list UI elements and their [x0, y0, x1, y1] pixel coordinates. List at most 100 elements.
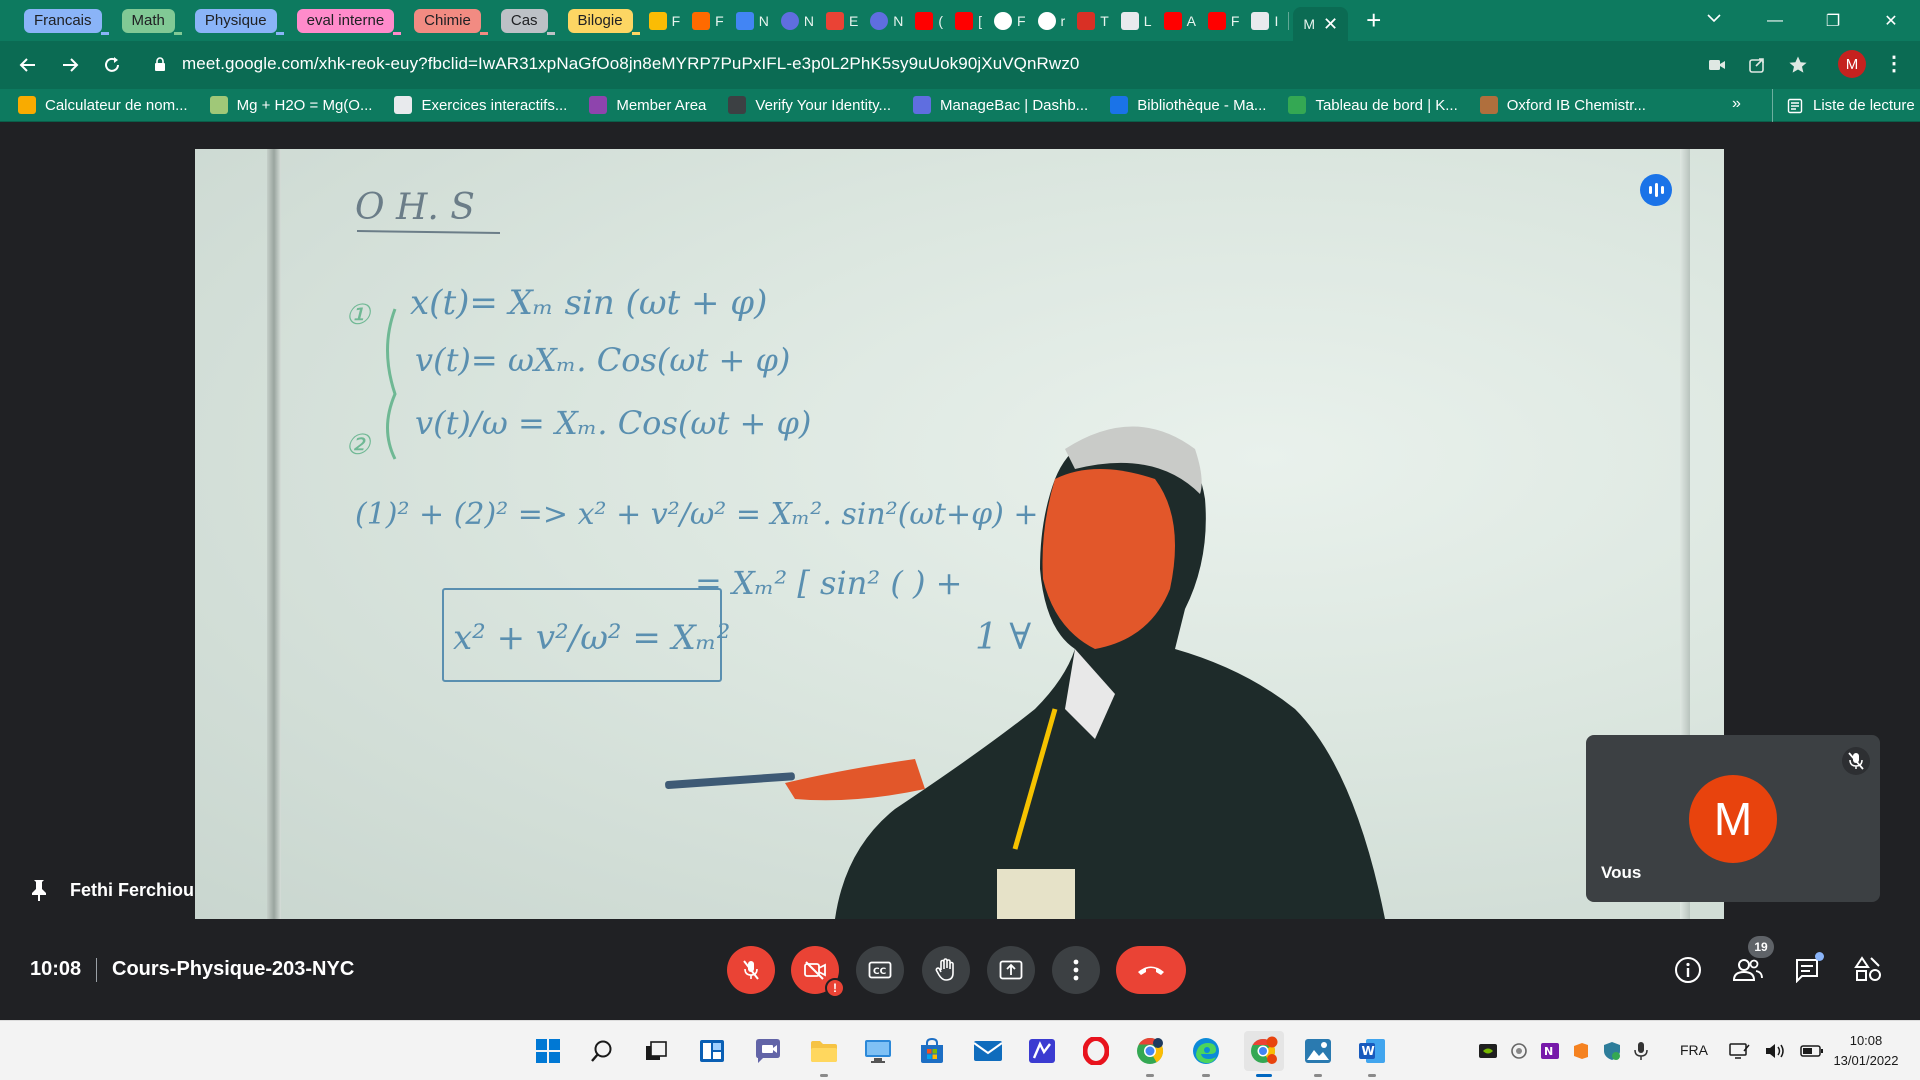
tab-group-collapsed-tab[interactable]	[546, 7, 555, 35]
reading-list-icon	[1787, 98, 1803, 113]
mic-toggle-button[interactable]	[727, 946, 775, 994]
tab-group-collapsed-tab[interactable]	[275, 7, 284, 35]
tab-search-chevron-icon[interactable]	[1706, 10, 1722, 26]
svg-text:CC: CC	[873, 967, 887, 977]
input-language[interactable]: FRA	[1680, 1042, 1708, 1058]
address-bar[interactable]: meet.google.com/xhk-reok-euy?fbclid=IwAR…	[140, 45, 1820, 83]
star-icon[interactable]	[1788, 55, 1808, 75]
browser-tab[interactable]: [	[949, 7, 988, 35]
browser-menu-icon[interactable]: ⋮	[1884, 51, 1904, 76]
bookmark-item[interactable]: Mg + H2O = Mg(O...	[209, 96, 372, 114]
browser-tab[interactable]: I	[1245, 7, 1284, 35]
nvidia-icon[interactable]	[1478, 1042, 1498, 1060]
browser-tab[interactable]: (	[909, 7, 949, 35]
browser-tab[interactable]: L	[1115, 7, 1158, 35]
chrome-profile-2-button[interactable]	[1244, 1031, 1284, 1077]
defender-shield-icon[interactable]	[1602, 1041, 1622, 1061]
browser-tab[interactable]: E	[820, 7, 864, 35]
browser-tab[interactable]: F	[988, 7, 1032, 35]
tab-active-meet[interactable]: M ✕	[1293, 7, 1349, 41]
tab-group-math[interactable]: Math	[121, 8, 175, 33]
new-tab-button[interactable]: +	[1366, 5, 1381, 36]
browser-toolbar: meet.google.com/xhk-reok-euy?fbclid=IwAR…	[0, 41, 1920, 89]
bookmark-item[interactable]: Tableau de bord | K...	[1288, 96, 1458, 114]
tab-group-bilogie[interactable]: Bilogie	[567, 8, 633, 33]
onenote-icon[interactable]: N	[1540, 1042, 1560, 1060]
edge-button[interactable]	[1186, 1031, 1226, 1077]
browser-tab[interactable]: N	[864, 7, 909, 35]
microsoft-store-button[interactable]	[912, 1031, 952, 1071]
restore-button[interactable]: ❐	[1804, 0, 1862, 41]
url-text[interactable]: meet.google.com/xhk-reok-euy?fbclid=IwAR…	[182, 54, 1079, 74]
bookmarks-overflow-button[interactable]: »	[1732, 95, 1741, 113]
reading-list-button[interactable]: Liste de lecture	[1772, 89, 1915, 122]
tab-group-collapsed-tab[interactable]	[479, 7, 488, 35]
security-ring-icon[interactable]	[1510, 1042, 1528, 1060]
reload-button[interactable]	[92, 45, 132, 85]
photos-button[interactable]	[1298, 1031, 1338, 1077]
back-button[interactable]	[8, 45, 48, 85]
bookmark-item[interactable]: Bibliothèque - Ma...	[1110, 96, 1266, 114]
running-indicator	[1368, 1074, 1376, 1077]
browser-tab[interactable]: N	[775, 7, 820, 35]
start-button[interactable]	[528, 1031, 568, 1071]
tab-group-eval-interne[interactable]: eval interne	[296, 8, 395, 33]
browser-tab[interactable]: N	[730, 7, 775, 35]
tab-group-collapsed-tab[interactable]	[173, 7, 182, 35]
activities-button[interactable]	[1848, 950, 1888, 990]
browser-tab[interactable]: A	[1158, 7, 1202, 35]
tab-separator	[1288, 11, 1290, 30]
tab-group-collapsed-tab[interactable]	[100, 7, 109, 35]
chrome-profile-1-button[interactable]	[1130, 1031, 1170, 1077]
clock[interactable]: 10:08 13/01/2022	[1826, 1031, 1906, 1071]
browser-tab[interactable]: r	[1032, 7, 1072, 35]
share-icon[interactable]	[1748, 56, 1766, 74]
bookmark-item[interactable]: Member Area	[589, 96, 706, 114]
present-screen-button[interactable]	[987, 946, 1035, 994]
raise-hand-button[interactable]	[922, 946, 970, 994]
captions-button[interactable]: CC	[856, 946, 904, 994]
browser-tab[interactable]: T	[1071, 7, 1115, 35]
remote-desktop-button[interactable]	[858, 1031, 898, 1071]
widgets-button[interactable]	[692, 1031, 732, 1071]
camera-toggle-button[interactable]: !	[791, 946, 845, 998]
mail-button[interactable]	[968, 1031, 1008, 1071]
close-icon[interactable]: ✕	[1323, 14, 1338, 35]
tab-group-physique[interactable]: Physique	[194, 8, 277, 33]
tab-group-cas[interactable]: Cas	[500, 8, 548, 33]
forward-button[interactable]	[50, 45, 90, 85]
tab-group-chimie[interactable]: Chimie	[414, 8, 481, 33]
self-view-tile[interactable]: M Vous	[1586, 735, 1880, 902]
meeting-details-button[interactable]	[1668, 950, 1708, 990]
quick-settings[interactable]	[1728, 1021, 1824, 1080]
browser-tab[interactable]: F	[686, 7, 730, 35]
math-app-button[interactable]	[1022, 1031, 1062, 1071]
task-view-button[interactable]	[636, 1031, 676, 1071]
close-window-button[interactable]: ✕	[1862, 0, 1920, 41]
bookmark-item[interactable]: Calculateur de nom...	[18, 96, 188, 114]
bookmark-item[interactable]: ManageBac | Dashb...	[913, 96, 1088, 114]
bookmark-item[interactable]: Oxford IB Chemistr...	[1479, 96, 1646, 114]
word-button[interactable]: W	[1352, 1031, 1392, 1077]
more-options-button[interactable]	[1052, 946, 1100, 994]
tab-group-collapsed-tab[interactable]	[393, 7, 402, 35]
file-explorer-button[interactable]	[804, 1031, 844, 1077]
microphone-icon[interactable]	[1634, 1041, 1648, 1061]
profile-avatar[interactable]: M	[1838, 50, 1866, 78]
browser-tab[interactable]: F	[643, 7, 687, 35]
tab-group-francais[interactable]: Francais	[24, 8, 102, 33]
search-button[interactable]	[582, 1031, 622, 1071]
bookmark-item[interactable]: Verify Your Identity...	[728, 96, 891, 114]
tab-group-collapsed-tab[interactable]	[631, 7, 640, 35]
minimize-button[interactable]: —	[1746, 0, 1804, 41]
browser-tab[interactable]: F	[1202, 7, 1246, 35]
bookmark-item[interactable]: Exercices interactifs...	[394, 96, 567, 114]
chat-button[interactable]	[1788, 950, 1828, 990]
camera-icon[interactable]	[1708, 58, 1726, 72]
teams-chat-button[interactable]	[748, 1031, 788, 1071]
opera-button[interactable]	[1076, 1031, 1116, 1071]
bookmark-favicon-icon	[394, 96, 413, 114]
office-icon[interactable]	[1572, 1042, 1590, 1060]
managebac-icon	[780, 11, 799, 30]
leave-call-button[interactable]	[1116, 946, 1186, 994]
